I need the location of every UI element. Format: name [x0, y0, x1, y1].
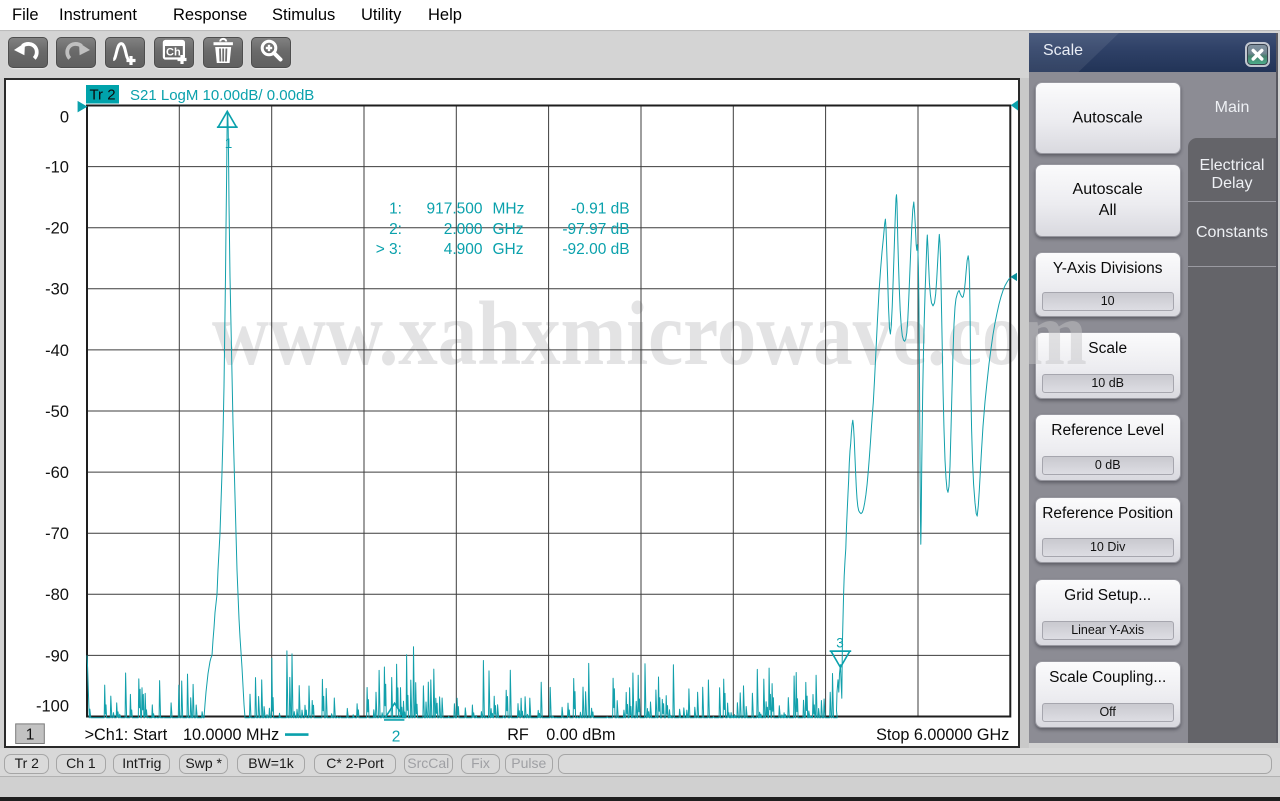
- svg-text:1: 1: [225, 136, 233, 151]
- svg-text:0: 0: [60, 108, 69, 126]
- svg-text:Stop 6.00000 GHz: Stop 6.00000 GHz: [876, 726, 1009, 744]
- svg-text:S21 LogM 10.00dB/ 0.00dB: S21 LogM 10.00dB/ 0.00dB: [130, 87, 314, 104]
- svg-text:>Ch1:: >Ch1:: [85, 726, 129, 744]
- svg-text:RF: RF: [507, 726, 529, 744]
- svg-text:10.0000 MHz: 10.0000 MHz: [183, 726, 279, 744]
- svg-text:Start: Start: [133, 726, 168, 744]
- svg-text:1:: 1:: [389, 201, 402, 218]
- svg-text:-20: -20: [45, 220, 69, 238]
- svg-text:4.900: 4.900: [444, 241, 483, 258]
- svg-text:0.00 dBm: 0.00 dBm: [546, 726, 615, 744]
- svg-text:GHz: GHz: [493, 221, 524, 238]
- svg-text:MHz: MHz: [493, 201, 525, 218]
- svg-text:-10: -10: [45, 159, 69, 177]
- svg-text:-92.00 dB: -92.00 dB: [562, 241, 629, 258]
- svg-text:-97.97 dB: -97.97 dB: [562, 221, 629, 238]
- svg-text:-40: -40: [45, 342, 69, 360]
- svg-text:3: 3: [836, 636, 844, 651]
- svg-text:-60: -60: [45, 464, 69, 482]
- svg-text:Tr 2: Tr 2: [89, 86, 115, 103]
- svg-text:-50: -50: [45, 403, 69, 421]
- svg-text:Ch: Ch: [166, 47, 181, 59]
- svg-text:-80: -80: [45, 586, 69, 604]
- svg-text:1: 1: [26, 727, 35, 744]
- svg-text:2: 2: [392, 729, 401, 746]
- svg-text:-90: -90: [45, 647, 69, 665]
- svg-text:> 3:: > 3:: [376, 241, 402, 258]
- svg-text:2.000: 2.000: [444, 221, 483, 238]
- svg-text:-70: -70: [45, 525, 69, 543]
- svg-text:2:: 2:: [389, 221, 402, 238]
- svg-text:-100: -100: [36, 698, 69, 716]
- svg-text:-30: -30: [45, 281, 69, 299]
- svg-text:917.500: 917.500: [426, 201, 482, 218]
- svg-text:GHz: GHz: [493, 241, 524, 258]
- svg-text:-0.91 dB: -0.91 dB: [571, 201, 630, 218]
